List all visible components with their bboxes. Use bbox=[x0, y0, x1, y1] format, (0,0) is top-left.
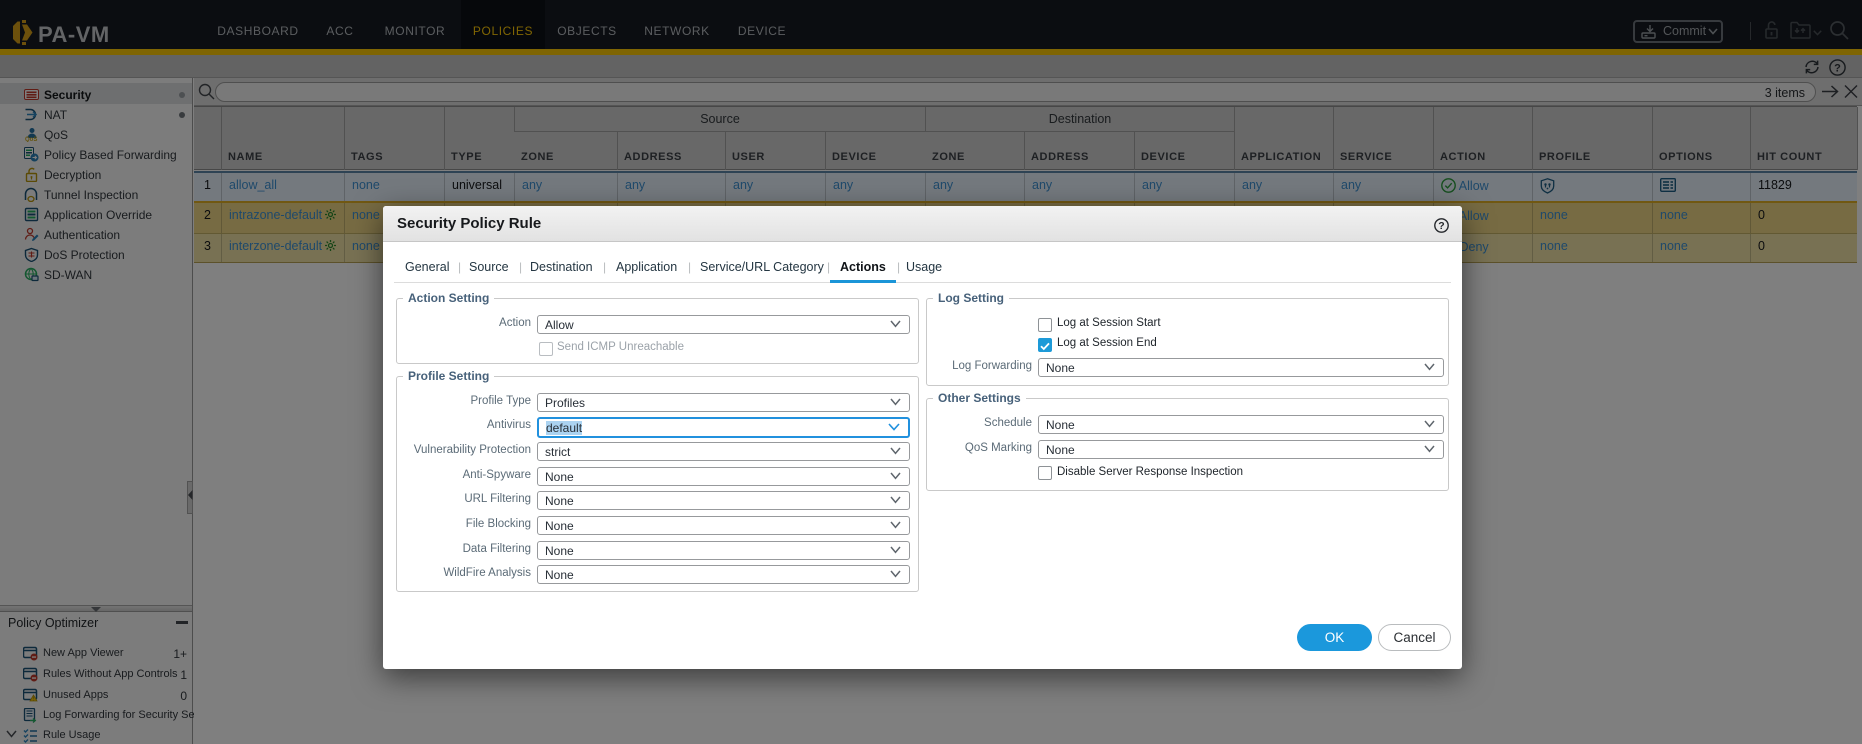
svg-text:?: ? bbox=[1438, 220, 1444, 232]
